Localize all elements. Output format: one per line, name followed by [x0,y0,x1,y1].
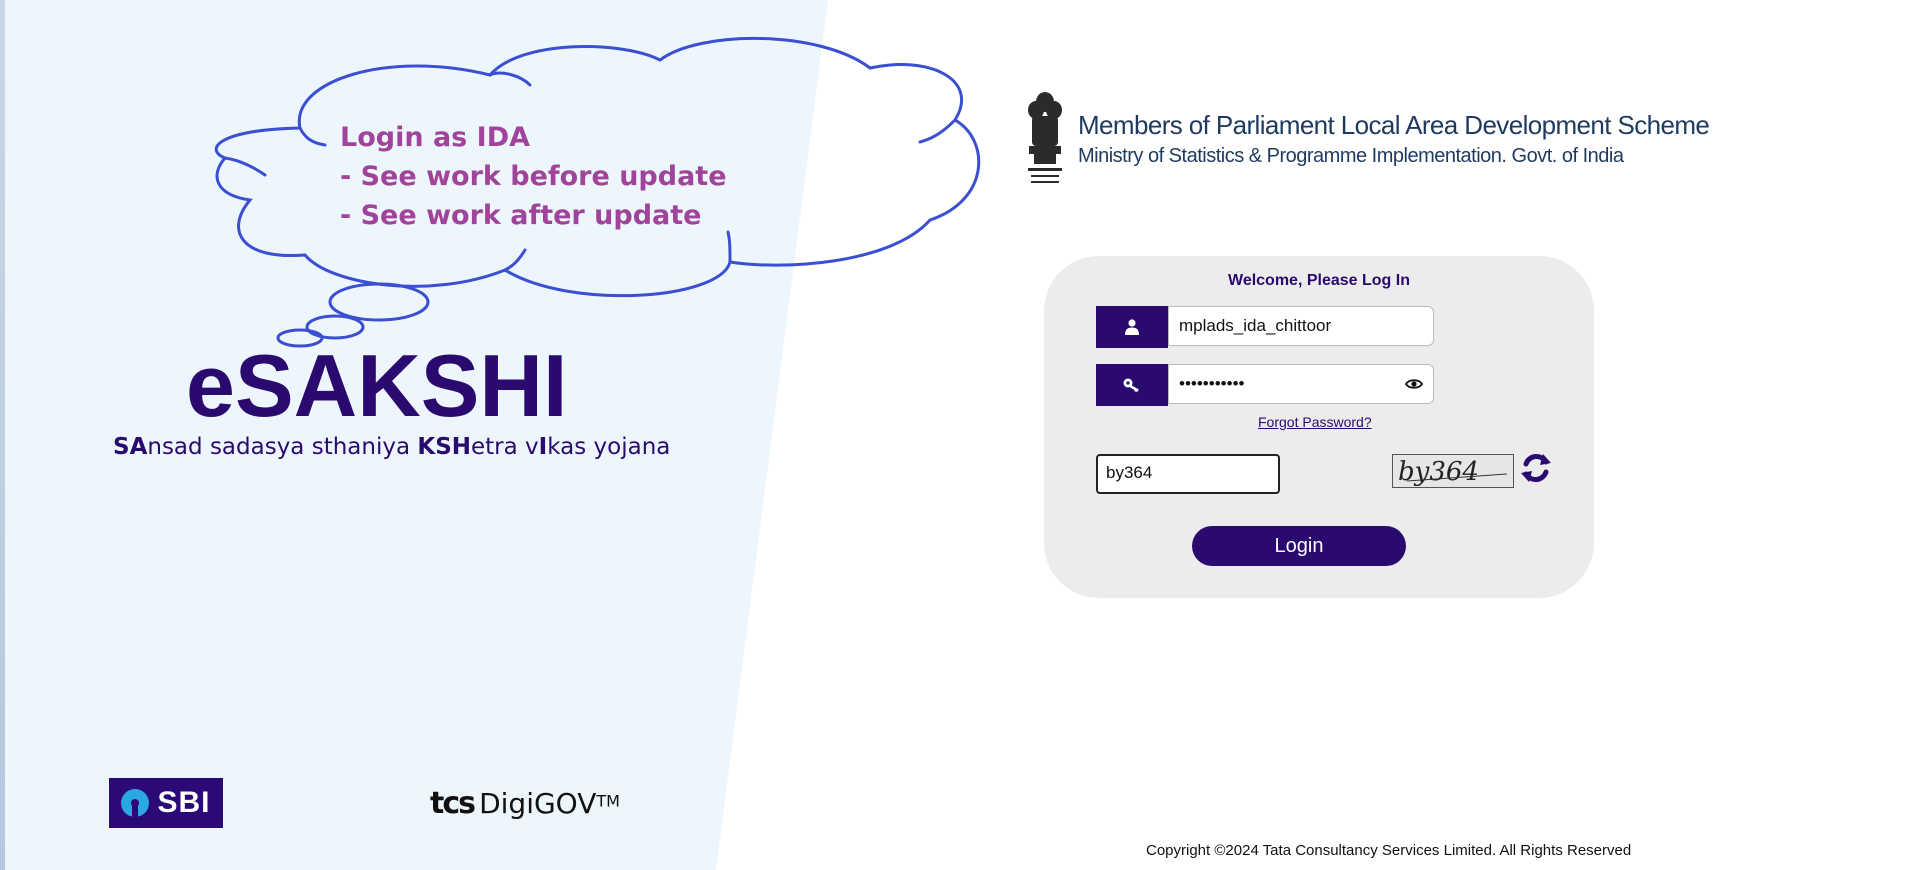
cloud-line-2: - See work before update [340,161,727,192]
refresh-icon[interactable] [1518,450,1554,486]
cloud-line-1: Login as IDA [340,122,531,153]
ministry-header: Members of Parliament Local Area Develop… [1078,110,1710,168]
copyright-text: Copyright ©2024 Tata Consultancy Service… [1146,842,1632,859]
password-row: ••••••••••• [1096,364,1434,406]
username-input[interactable]: mplads_ida_chittoor [1168,306,1434,346]
captcha-image: by364 [1392,454,1514,488]
subtitle-sa: SA [113,434,148,460]
cloud-line-3: - See work after update [340,200,702,231]
subtitle-part-3: kas yojana [547,434,671,460]
subtitle-ksh: KSH [417,434,472,460]
login-button[interactable]: Login [1192,526,1406,566]
password-input[interactable]: ••••••••••• [1168,364,1434,404]
app-title: eSAKSHI [186,336,568,435]
subtitle-i: I [538,434,548,460]
cloud-message: Login as IDA - See work before update - … [340,118,727,235]
welcome-heading: Welcome, Please Log In [1228,272,1410,289]
scheme-name: Members of Parliament Local Area Develop… [1078,110,1710,140]
subtitle-part-2: etra v [471,434,539,460]
sbi-logo: SBI [109,778,223,828]
ministry-name: Ministry of Statistics & Programme Imple… [1078,145,1624,167]
sbi-logo-text: SBI [157,786,211,819]
key-icon [1096,364,1168,406]
national-emblem-icon [1028,92,1062,183]
sbi-mark-icon [121,789,150,817]
forgot-password-link[interactable]: Forgot Password? [1258,414,1372,430]
captcha-input[interactable]: by364 [1096,454,1280,494]
trademark-mark: TM [596,791,620,811]
user-icon [1096,306,1168,348]
digigov-logo-text: DigiGOV [479,787,597,820]
password-mask: ••••••••••• [1179,374,1245,393]
tcs-logo-text: tcs [430,786,476,821]
tcs-digigov-logo: tcs DigiGOVTM [430,786,620,821]
subtitle-part-1: nsad sadasya sthaniya [147,434,418,460]
eye-icon[interactable] [1404,365,1424,403]
username-row: mplads_ida_chittoor [1096,306,1434,348]
app-subtitle: SAnsad sadasya sthaniya KSHetra vIkas yo… [113,434,670,460]
login-card: Welcome, Please Log In mplads_ida_chitto… [1044,256,1594,598]
